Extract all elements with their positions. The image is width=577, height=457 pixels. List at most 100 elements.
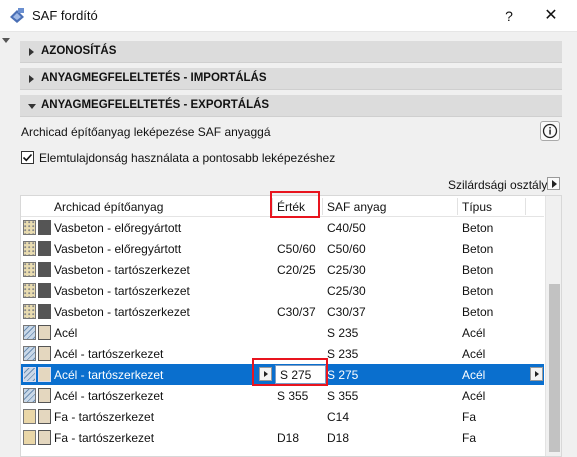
cell-material: Acél - tartószerkezet <box>54 368 164 382</box>
cell-saf-material: C50/60 <box>327 242 366 256</box>
table-row[interactable]: Vasbeton - tartószerkezet C25/30 Beton <box>21 280 544 301</box>
concrete-fill-pattern-icon <box>23 220 36 235</box>
section-label: ANYAGMEGFELELTETÉS - IMPORTÁLÁS <box>41 72 267 84</box>
close-button[interactable]: ✕ <box>538 4 564 28</box>
cell-type: Beton <box>462 263 494 277</box>
cell-saf-material: S 355 <box>327 389 359 403</box>
cell-saf-material: S 235 <box>327 326 359 340</box>
cell-material: Fa - tartószerkezet <box>54 431 155 445</box>
cell-type: Beton <box>462 221 494 235</box>
checkmark-icon <box>22 153 33 162</box>
scrollbar-thumb[interactable] <box>549 284 560 452</box>
title-bar: SAF fordító ? ✕ <box>0 0 577 32</box>
cell-saf-material: C30/37 <box>327 305 366 319</box>
column-divider[interactable] <box>457 198 458 215</box>
cell-saf-material: S 235 <box>327 347 359 361</box>
column-header-value[interactable]: Érték <box>277 200 305 214</box>
steel-fill-pattern-icon <box>23 325 36 340</box>
cell-type: Beton <box>462 242 494 256</box>
info-button[interactable] <box>540 121 560 141</box>
cell-material: Vasbeton - tartószerkezet <box>54 284 190 298</box>
help-button[interactable]: ? <box>497 4 521 28</box>
value-input-text: S 275 <box>280 368 312 382</box>
cell-material: Vasbeton - előregyártott <box>54 242 182 256</box>
collapse-marker-icon <box>2 38 10 43</box>
cell-material: Acél <box>54 326 78 340</box>
column-header-type[interactable]: Típus <box>462 200 492 214</box>
column-divider[interactable] <box>322 198 323 215</box>
concrete-fill-pattern-icon <box>23 262 36 277</box>
cell-saf-material: C25/30 <box>327 263 366 277</box>
section-label: AZONOSÍTÁS <box>41 45 117 57</box>
table-header: Archicad építőanyag Érték SAF anyag Típu… <box>21 196 544 217</box>
surface-swatch-icon <box>38 430 51 445</box>
cell-saf-material: C40/50 <box>327 221 366 235</box>
window-title: SAF fordító <box>32 8 98 23</box>
export-description: Archicad építőanyag leképezése SAF anyag… <box>21 125 271 139</box>
surface-swatch-icon <box>38 388 51 403</box>
cell-type: Acél <box>462 347 486 361</box>
table-row[interactable]: Acél - tartószerkezet S 355 Acél S 355 <box>21 385 544 406</box>
cell-value: C20/25 <box>277 263 316 277</box>
column-header-saf-material[interactable]: SAF anyag <box>327 200 386 214</box>
column-divider[interactable] <box>525 198 526 215</box>
archicad-app-icon <box>10 8 24 23</box>
surface-swatch-icon <box>38 304 51 319</box>
cell-value: D18 <box>277 431 300 445</box>
cell-value: S 355 <box>277 389 309 403</box>
play-arrow-icon <box>552 180 557 188</box>
steel-fill-pattern-icon <box>23 388 36 403</box>
collapse-arrow-icon <box>28 104 36 109</box>
cell-saf-material: S 275 <box>327 368 359 382</box>
expand-arrow-icon <box>29 75 34 83</box>
cell-value: C50/60 <box>277 242 316 256</box>
info-icon <box>542 123 558 139</box>
table-row[interactable]: Vasbeton - tartószerkezet C30/37 Beton C30/… <box>21 301 544 322</box>
table-row[interactable]: Fa - tartószerkezet C14 Fa <box>21 406 544 427</box>
cell-material: Vasbeton - tartószerkezet <box>54 305 190 319</box>
section-material-export[interactable]: ANYAGMEGFELELTETÉS - EXPORTÁLÁS <box>20 95 562 117</box>
table-row[interactable]: Acél - tartószerkezet S 235 Acél <box>21 343 544 364</box>
value-picker-button[interactable] <box>259 367 272 381</box>
column-divider[interactable] <box>272 198 273 215</box>
cell-material: Vasbeton - tartószerkezet <box>54 263 190 277</box>
table-row[interactable]: Vasbeton - tartószerkezet C25/30 Beton C20/… <box>21 259 544 280</box>
section-material-import[interactable]: ANYAGMEGFELELTETÉS - IMPORTÁLÁS <box>20 68 562 90</box>
cell-type: Beton <box>462 305 494 319</box>
table-row[interactable]: Vasbeton - előregyártott C50/60 Beton C50/6… <box>21 238 544 259</box>
table-row-selected[interactable]: Acél - tartószerkezet S 275 Acél S 275 <box>21 364 544 385</box>
table-row[interactable]: Vasbeton - előregyártott C40/50 Beton <box>21 217 544 238</box>
surface-swatch-icon <box>38 367 51 382</box>
play-arrow-icon <box>535 371 539 377</box>
wood-fill-pattern-icon <box>23 430 36 445</box>
table-row[interactable]: Acél S 235 Acél <box>21 322 544 343</box>
cell-type: Beton <box>462 284 494 298</box>
vertical-scrollbar[interactable] <box>545 196 561 456</box>
section-label: ANYAGMEGFELELTETÉS - EXPORTÁLÁS <box>41 99 270 111</box>
cell-type: Fa <box>462 431 477 445</box>
steel-fill-pattern-icon <box>23 346 36 361</box>
cell-saf-material: D18 <box>327 431 350 445</box>
cell-material: Acél - tartószerkezet <box>54 347 164 361</box>
row-options-button[interactable] <box>530 367 543 381</box>
cell-type: Acél <box>462 368 486 382</box>
element-property-checkbox[interactable] <box>21 151 34 164</box>
cell-type: Fa <box>462 410 477 424</box>
strength-class-button[interactable] <box>547 177 560 190</box>
concrete-fill-pattern-icon <box>23 283 36 298</box>
expand-arrow-icon <box>29 48 34 56</box>
surface-swatch-icon <box>38 346 51 361</box>
cell-material: Acél - tartószerkezet <box>54 389 164 403</box>
cell-saf-material: C14 <box>327 410 350 424</box>
surface-swatch-icon <box>38 409 51 424</box>
cell-saf-material: C25/30 <box>327 284 366 298</box>
cell-material: Fa - tartószerkezet <box>54 410 155 424</box>
column-header-material[interactable]: Archicad építőanyag <box>54 200 163 214</box>
table-row[interactable]: Fa - tartószerkezet D18 Fa D18 <box>21 427 544 448</box>
value-input[interactable]: S 275 <box>275 365 326 384</box>
surface-swatch-icon <box>38 283 51 298</box>
cell-type: Acél <box>462 326 486 340</box>
element-property-checkbox-label[interactable]: Elemtulajdonság használata a pontosabb l… <box>39 151 335 165</box>
section-identification[interactable]: AZONOSÍTÁS <box>20 41 562 63</box>
surface-swatch-icon <box>38 262 51 277</box>
